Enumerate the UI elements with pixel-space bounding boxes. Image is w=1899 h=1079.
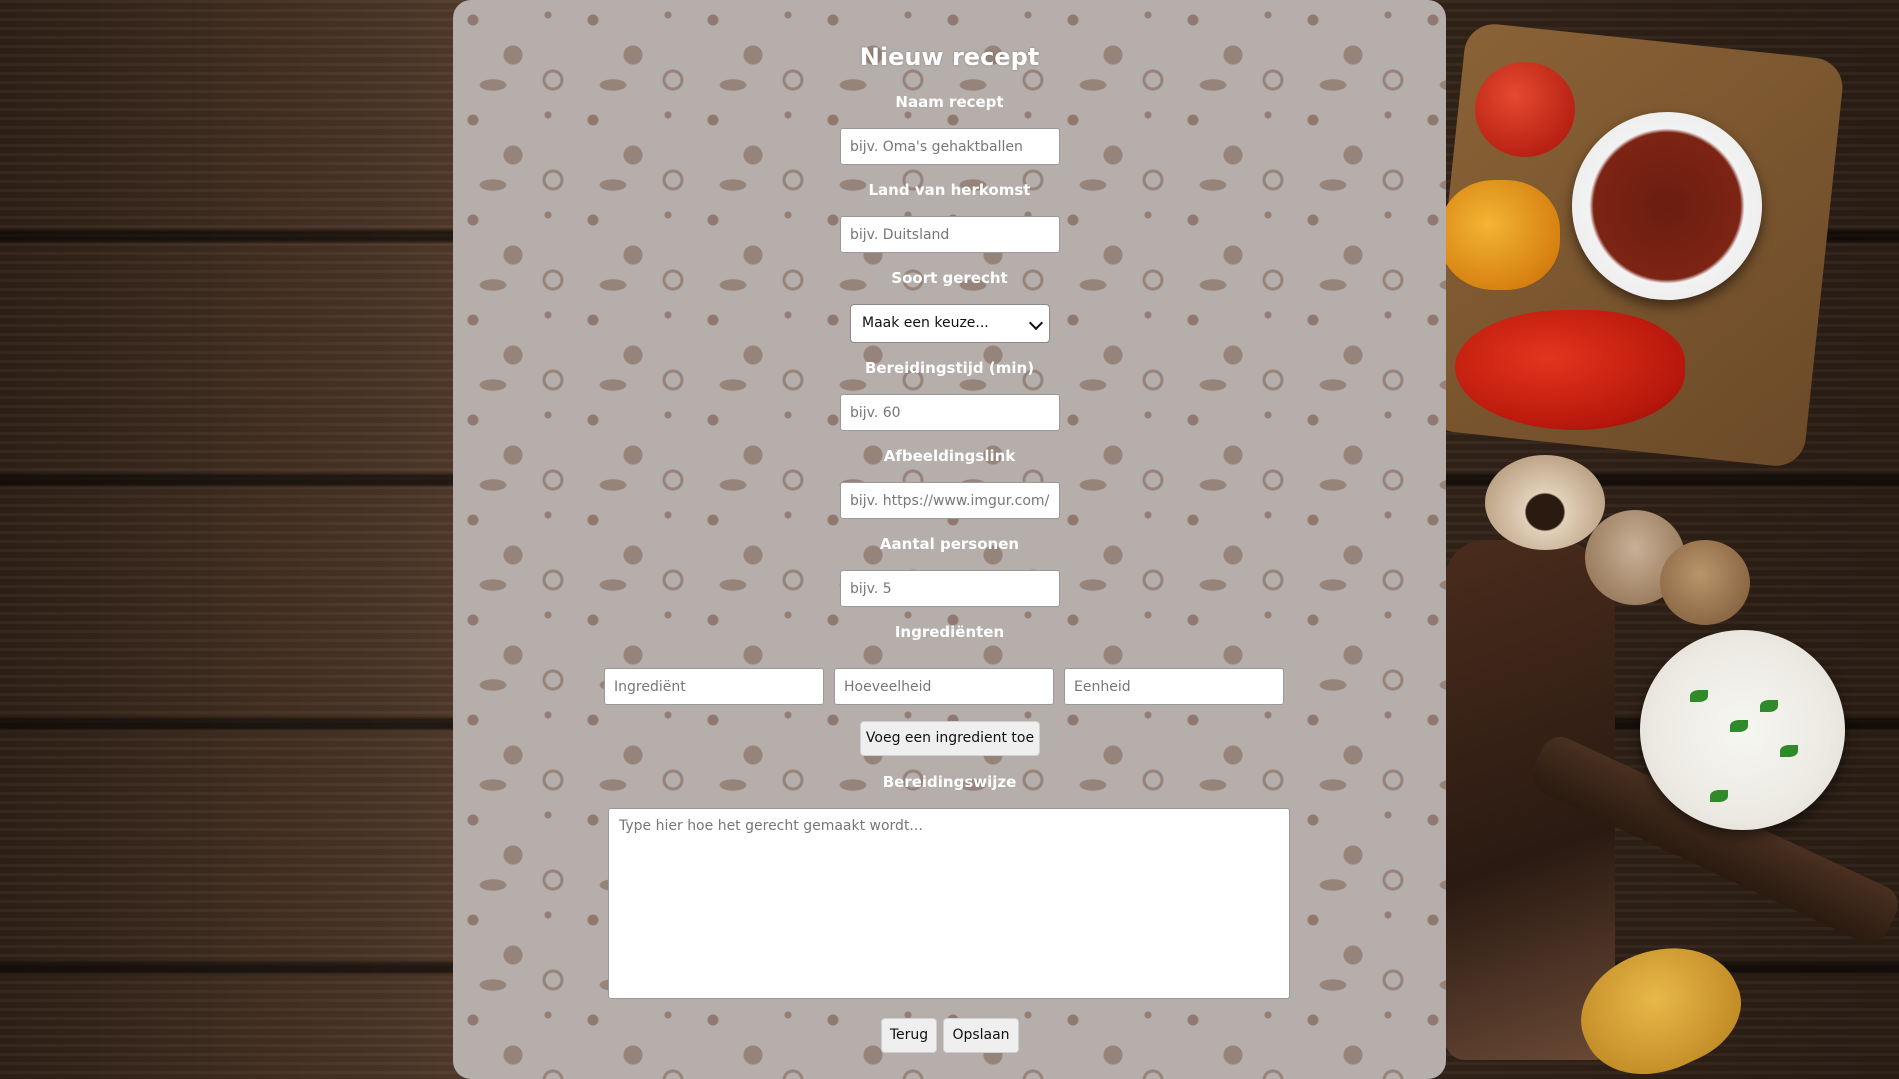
- recipe-form: Nieuw recept Naam recept Land van herkom…: [453, 0, 1446, 1079]
- chevron-down-icon: [1028, 315, 1044, 331]
- mushroom-image: [1660, 540, 1750, 625]
- dish-type-select[interactable]: Maak een keuze...: [850, 304, 1050, 343]
- ingredient-amount-input[interactable]: [834, 668, 1054, 705]
- sauce-bowl-image: [1572, 112, 1762, 300]
- country-input[interactable]: [840, 216, 1060, 253]
- herb-image: [1710, 790, 1728, 802]
- ingredient-name-input[interactable]: [604, 668, 824, 705]
- back-button[interactable]: Terug: [881, 1018, 937, 1053]
- mushroom-image: [1485, 455, 1605, 550]
- tomato-image: [1475, 62, 1575, 157]
- prep-time-input[interactable]: [840, 394, 1060, 431]
- save-button[interactable]: Opslaan: [943, 1018, 1019, 1053]
- dish-type-selected-value: Maak een keuze...: [862, 315, 989, 331]
- add-ingredient-button[interactable]: Voeg een ingredient toe: [860, 721, 1040, 756]
- page-title: Nieuw recept: [859, 43, 1040, 71]
- image-link-label: Afbeeldingslink: [883, 447, 1016, 465]
- recipe-name-input[interactable]: [840, 128, 1060, 165]
- country-label: Land van herkomst: [868, 181, 1031, 199]
- method-label: Bereidingswijze: [882, 773, 1017, 791]
- image-link-input[interactable]: [840, 482, 1060, 519]
- recipe-name-label: Naam recept: [895, 93, 1004, 111]
- persons-input[interactable]: [840, 570, 1060, 607]
- ingredient-unit-input[interactable]: [1064, 668, 1284, 705]
- persons-label: Aantal personen: [879, 535, 1020, 553]
- ingredients-label: Ingrediënten: [894, 623, 1005, 641]
- herb-image: [1780, 745, 1798, 757]
- herb-image: [1730, 720, 1748, 732]
- prep-time-label: Bereidingstijd (min): [864, 359, 1035, 377]
- recipe-panel: Nieuw recept Naam recept Land van herkom…: [453, 0, 1446, 1079]
- yellow-pepper-image: [1440, 180, 1560, 290]
- dish-type-label: Soort gerecht: [891, 269, 1008, 287]
- herb-image: [1690, 690, 1708, 702]
- method-textarea[interactable]: [608, 808, 1290, 999]
- herb-image: [1760, 700, 1778, 712]
